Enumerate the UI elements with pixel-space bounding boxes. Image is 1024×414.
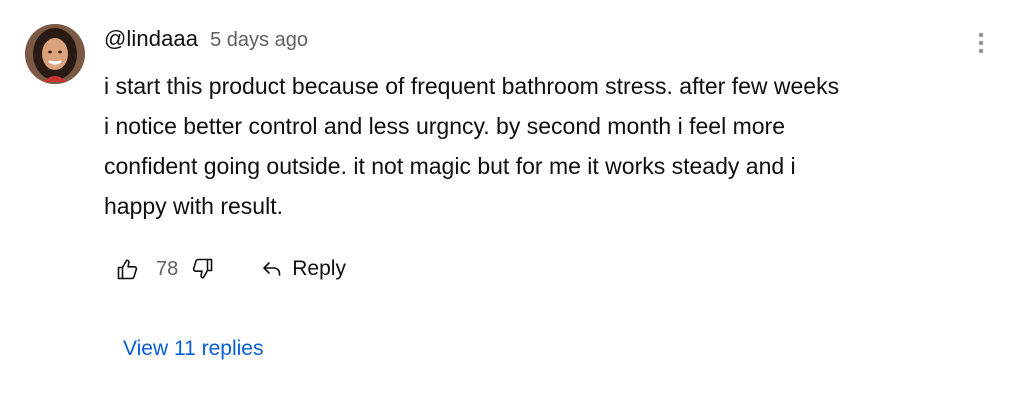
comment-line: i start this product because of frequent… — [104, 73, 840, 99]
avatar-image — [25, 24, 85, 84]
comment-timestamp[interactable]: 5 days ago — [210, 29, 308, 52]
comment-line: i notice better control and less urgncy.… — [104, 113, 785, 139]
view-replies-link[interactable]: View 11 replies — [123, 337, 263, 361]
comment-body: i start this product because of frequent… — [104, 66, 954, 226]
comment-line: happy with result. — [104, 193, 283, 219]
dislike-button[interactable] — [184, 251, 220, 287]
reply-button[interactable]: Reply — [262, 257, 346, 281]
thumbs-down-icon — [193, 258, 213, 279]
like-button[interactable] — [110, 251, 146, 287]
reply-arrow-icon — [263, 262, 281, 276]
comment-author[interactable]: @lindaaa — [104, 26, 198, 52]
more-options-button[interactable] — [966, 28, 996, 58]
avatar[interactable] — [25, 24, 85, 84]
comment-line: confident going outside. it not magic bu… — [104, 153, 796, 179]
thumbs-up-icon — [117, 259, 138, 280]
reply-label: Reply — [292, 257, 346, 280]
comment-header: @lindaaa 5 days ago — [104, 26, 308, 52]
comment-thread: @lindaaa 5 days ago i start this product… — [0, 0, 1024, 414]
comment-actions: 78 Reply — [110, 250, 346, 288]
like-count: 78 — [156, 257, 179, 280]
more-vertical-icon — [978, 32, 984, 54]
